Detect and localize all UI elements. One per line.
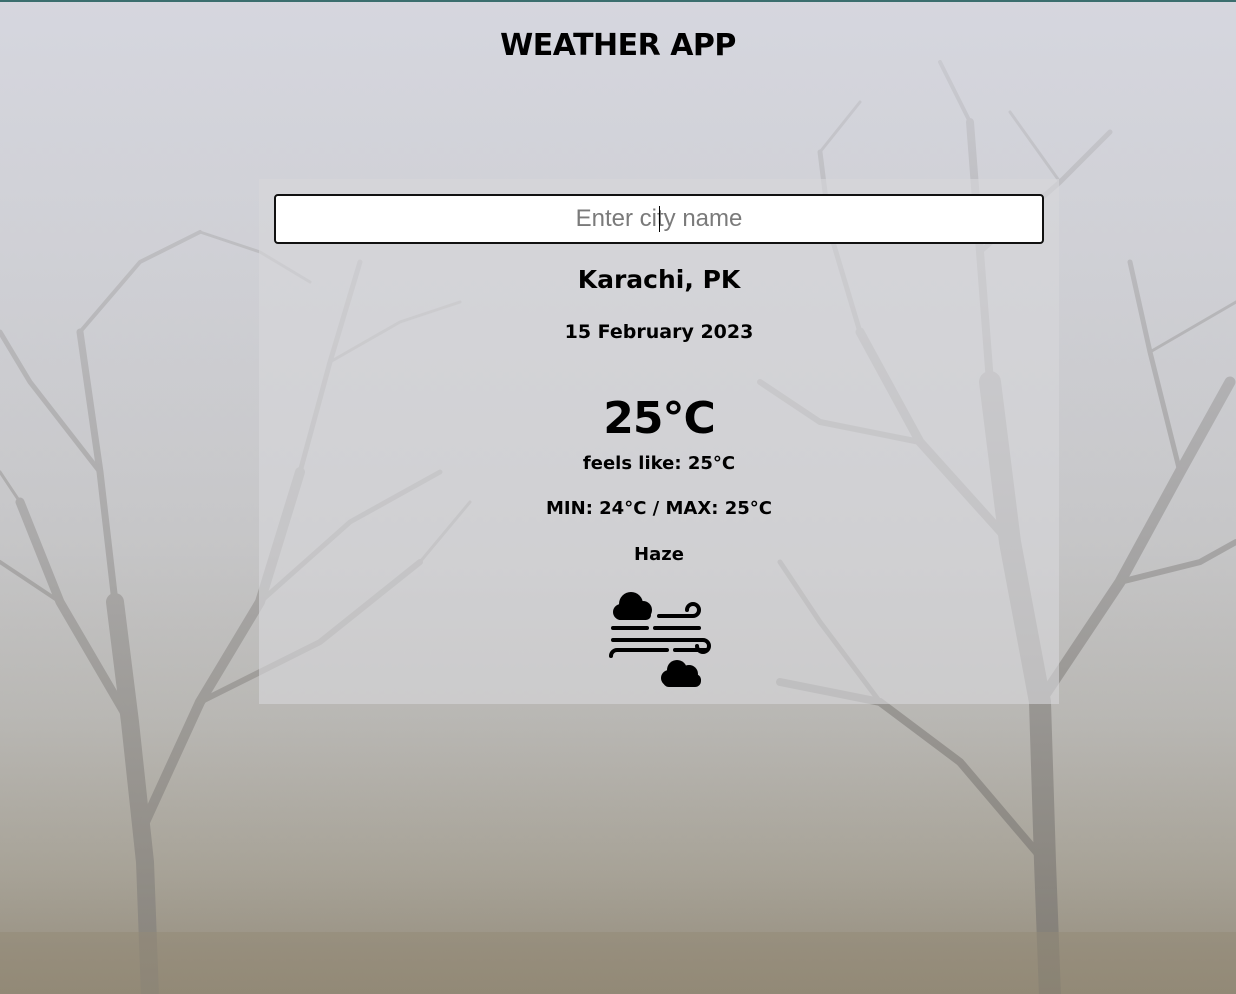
feels-like: feels like: 25°C	[259, 453, 1059, 474]
feels-like-label: feels like:	[582, 453, 682, 474]
feels-like-value: 25°C	[687, 453, 736, 474]
text-cursor	[659, 206, 660, 232]
weather-card: Karachi, PK 15 February 2023 25°C feels …	[259, 179, 1059, 704]
min-max-temperature: MIN: 24°C / MAX: 25°C	[546, 498, 772, 519]
date-label: 15 February 2023	[564, 321, 754, 343]
weather-condition: Haze	[634, 544, 684, 565]
haze-wind-cloud-icon	[609, 592, 711, 687]
location-label: Karachi, PK	[577, 265, 741, 294]
app-title: WEATHER APP	[500, 28, 736, 63]
current-temperature: 25°C	[603, 393, 716, 444]
